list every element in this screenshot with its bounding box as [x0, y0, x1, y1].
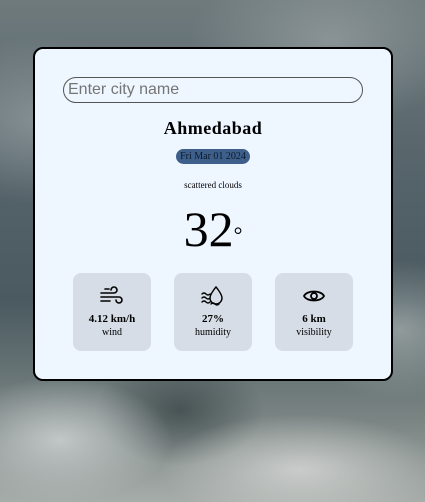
humidity-value: 27% [202, 313, 224, 325]
wind-label: wind [102, 327, 122, 338]
city-search-input[interactable] [63, 77, 363, 103]
stats-row: 4.12 km/h wind 27% humidity 6 km visibil… [73, 273, 353, 351]
wind-icon [100, 286, 123, 304]
humidity-icon [201, 285, 223, 306]
visibility-value: 6 km [302, 313, 326, 325]
weather-description: scattered clouds [184, 180, 242, 190]
temperature-display: 32° [35, 199, 391, 259]
visibility-label: visibility [296, 327, 332, 338]
wind-value: 4.12 km/h [88, 313, 136, 325]
stat-humidity: 27% humidity [174, 273, 252, 351]
date-badge: Fri Mar 01 2024 [176, 149, 250, 164]
date-container: Fri Mar 01 2024 [35, 146, 391, 164]
humidity-label: humidity [194, 327, 232, 338]
stat-visibility: 6 km visibility [275, 273, 353, 351]
stat-wind: 4.12 km/h wind [73, 273, 151, 351]
weather-card: Ahmedabad Fri Mar 01 2024 scattered clou… [33, 47, 393, 381]
temperature-value: 32 [183, 201, 234, 257]
city-name: Ahmedabad [163, 118, 263, 138]
degree-symbol: ° [233, 222, 243, 247]
eye-icon [302, 290, 326, 302]
